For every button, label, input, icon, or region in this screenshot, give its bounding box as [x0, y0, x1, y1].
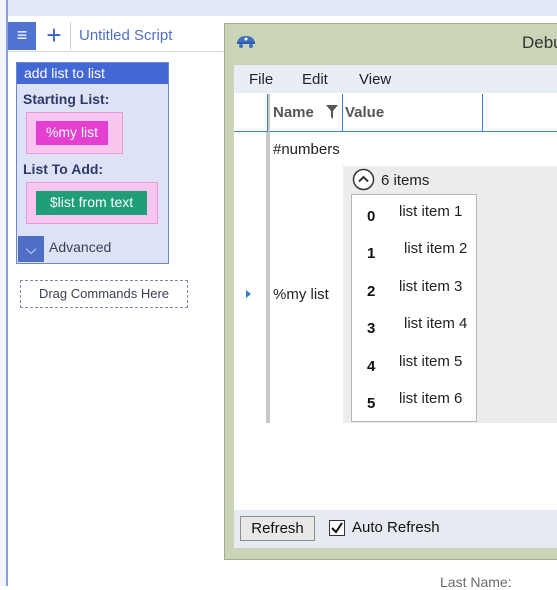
drag-commands-placeholder[interactable]: Drag Commands Here — [20, 280, 188, 308]
advanced-toggle-button[interactable]: ⌵ — [18, 236, 44, 262]
list-to-add-slot[interactable]: $list from text — [26, 182, 158, 224]
row-expand-arrow-icon[interactable] — [246, 290, 251, 298]
list-item-index: 5 — [367, 395, 376, 412]
list-item-value[interactable]: list item 3 — [399, 278, 462, 295]
function-pill[interactable]: $list from text — [36, 191, 147, 215]
starting-list-label: Starting List: — [23, 91, 110, 107]
variable-pill[interactable]: %my list — [36, 121, 108, 145]
list-to-add-label: List To Add: — [23, 161, 104, 177]
list-item-count: 6 items — [381, 172, 430, 189]
top-strip — [0, 0, 557, 16]
last-name-label: Last Name: — [440, 574, 512, 590]
starting-list-slot[interactable]: %my list — [26, 112, 123, 154]
list-item-index: 3 — [367, 320, 376, 337]
list-item-value[interactable]: list item 1 — [399, 203, 462, 220]
row-header-cell — [234, 94, 268, 132]
list-item-value[interactable]: list item 2 — [404, 240, 467, 257]
list-item-value[interactable]: list item 6 — [399, 390, 462, 407]
menu-view[interactable]: View — [359, 71, 391, 88]
menu-bar: File Edit View — [234, 65, 557, 93]
chevron-down-icon: ⌵ — [25, 241, 37, 257]
hamburger-icon: ≡ — [16, 25, 28, 45]
plus-icon: + — [46, 20, 62, 50]
debug-window: Debu File Edit View Name Value #numbers … — [224, 23, 557, 560]
hamburger-menu-button[interactable]: ≡ — [8, 22, 36, 50]
window-title: Debu — [522, 33, 557, 52]
list-item-index: 0 — [367, 208, 376, 225]
add-script-button[interactable]: + — [40, 22, 68, 50]
list-item-index: 2 — [367, 283, 376, 300]
row-gutter — [266, 132, 270, 423]
variable-name-my-list[interactable]: %my list — [273, 286, 329, 303]
menu-edit[interactable]: Edit — [302, 71, 328, 88]
auto-refresh-label[interactable]: Auto Refresh — [352, 519, 440, 536]
value-column-divider[interactable] — [343, 94, 483, 132]
left-panel-edge — [0, 0, 8, 586]
debug-client-area: File Edit View Name Value #numbers %my l… — [234, 65, 557, 548]
command-block-add-list-to-list[interactable]: add list to list Starting List: %my list… — [16, 62, 169, 264]
menu-file[interactable]: File — [249, 71, 273, 88]
command-header[interactable]: add list to list — [17, 63, 168, 84]
checkmark-icon — [331, 522, 343, 534]
name-column-divider[interactable] — [270, 94, 343, 132]
variables-grid-header: Name Value — [234, 94, 557, 132]
variable-name-numbers[interactable]: #numbers — [273, 141, 340, 158]
collapse-chevron-up-icon[interactable] — [352, 168, 375, 191]
refresh-button[interactable]: Refresh — [240, 516, 315, 541]
list-item-value[interactable]: list item 5 — [399, 353, 462, 370]
advanced-label[interactable]: Advanced — [49, 239, 111, 255]
auto-refresh-checkbox[interactable] — [329, 520, 345, 536]
list-item-index: 4 — [367, 358, 376, 375]
app-logo-icon — [237, 36, 255, 48]
list-item-value[interactable]: list item 4 — [404, 315, 467, 332]
list-items-box: 0 list item 1 1 list item 2 2 list item … — [351, 194, 477, 422]
list-item-index: 1 — [367, 245, 376, 262]
window-titlebar[interactable]: Debu — [225, 24, 557, 60]
debug-footer: Refresh Auto Refresh — [234, 510, 557, 548]
